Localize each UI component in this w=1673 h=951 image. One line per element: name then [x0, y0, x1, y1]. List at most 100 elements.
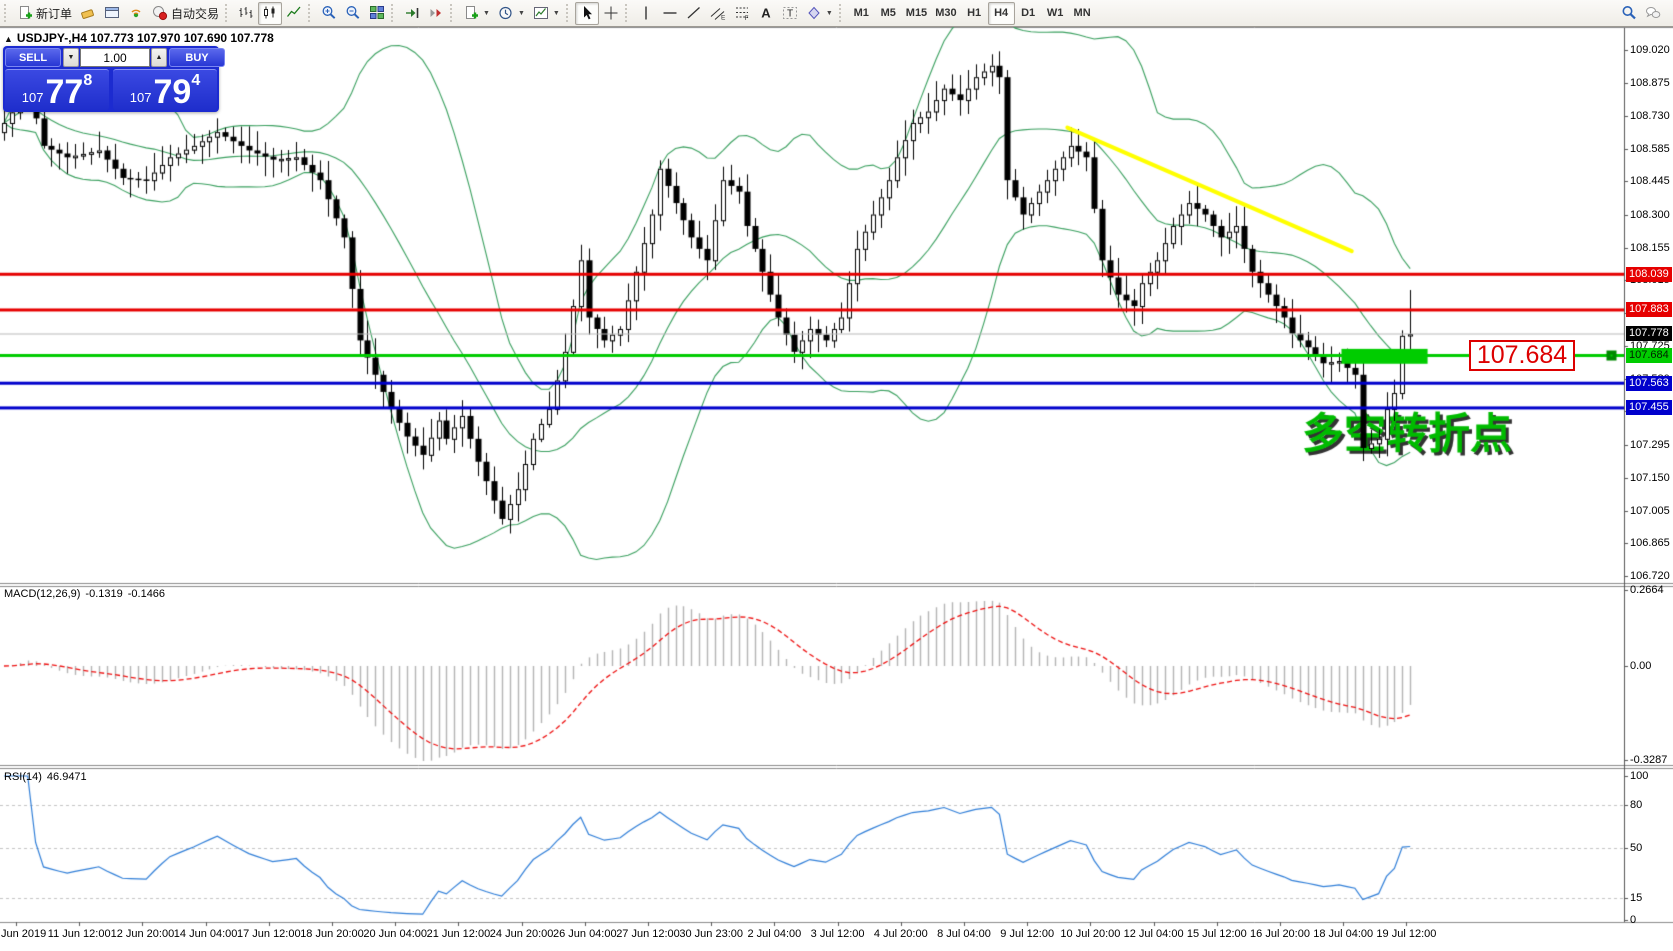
- new-order-button-label: 新订单: [36, 5, 72, 22]
- line-chart-button[interactable]: [282, 2, 306, 25]
- macd-signal-value: -0.1466: [128, 588, 165, 600]
- toolbar-right-icons: [1617, 2, 1665, 25]
- price-tag-label[interactable]: 107.684: [1469, 340, 1575, 371]
- time-axis-label: 24 Jun 20:00: [490, 928, 554, 940]
- search-button[interactable]: [1617, 2, 1641, 25]
- timeframe-w1-button[interactable]: W1: [1042, 2, 1069, 25]
- styler-button[interactable]: [76, 2, 100, 25]
- cursor-icon: [579, 5, 595, 21]
- new-chart-window-button[interactable]: [100, 2, 124, 25]
- rsi-name: RSI(14): [4, 771, 42, 783]
- autotrade-button[interactable]: 自动交易: [148, 2, 223, 25]
- label-t-icon: T: [782, 5, 798, 21]
- signal-icon: [128, 5, 144, 21]
- chat-button[interactable]: [1641, 2, 1665, 25]
- candles-icon: [262, 5, 278, 21]
- time-axis-label: 20 Jun 04:00: [363, 928, 427, 940]
- signals-button[interactable]: [124, 2, 148, 25]
- zoom-in-button[interactable]: [317, 2, 341, 25]
- autotrade-button-label: 自动交易: [171, 5, 219, 22]
- buy-price-pip: 4: [191, 74, 200, 88]
- timeframe-mn-button[interactable]: MN: [1069, 2, 1096, 25]
- timeframe-m30-button[interactable]: M30: [931, 2, 960, 25]
- templates-button[interactable]: ▼: [529, 2, 564, 25]
- candlestick-chart-button[interactable]: [258, 2, 282, 25]
- fibo-icon: F: [734, 5, 750, 21]
- crosshair-icon: [603, 5, 619, 21]
- time-axis-label: 30 Jun 23:00: [679, 928, 743, 940]
- svg-text:T: T: [787, 9, 793, 20]
- sell-price-main: 77: [45, 77, 83, 107]
- toolbar-grip: [4, 4, 9, 22]
- volume-increase-button[interactable]: ▲: [151, 48, 167, 67]
- horizontal-line-button[interactable]: [658, 2, 682, 25]
- tile-windows-button[interactable]: [365, 2, 389, 25]
- buy-button[interactable]: BUY: [169, 48, 225, 67]
- timeframe-m15-button[interactable]: M15: [902, 2, 931, 25]
- svg-text:A: A: [761, 6, 771, 21]
- shift-end-icon: [404, 5, 420, 21]
- toolbar-grip: [839, 4, 844, 22]
- time-axis-label: 10 Jun 2019: [0, 928, 46, 940]
- volume-decrease-button[interactable]: ▼: [63, 48, 79, 67]
- timeframe-m5-button[interactable]: M5: [875, 2, 902, 25]
- crosshair-button[interactable]: [599, 2, 623, 25]
- periods-button[interactable]: ▼: [494, 2, 529, 25]
- price-axis-tick: 107.295: [1630, 439, 1670, 451]
- rsi-axis-tick: 50: [1630, 842, 1642, 854]
- sell-button[interactable]: SELL: [5, 48, 61, 67]
- mt4-terminal-window: 新订单自动交易▼▼▼EFAT▼M1M5M15M30H1H4D1W1MN ▲USD…: [0, 0, 1673, 951]
- svg-text:E: E: [721, 15, 726, 22]
- shapes-button[interactable]: ▼: [802, 2, 837, 25]
- price-marker-107.684: 107.684: [1626, 348, 1672, 363]
- toolbar-grip: [308, 4, 313, 22]
- buy-price[interactable]: 107794: [113, 69, 217, 110]
- zoom-out-button[interactable]: [341, 2, 365, 25]
- zoom-in-icon: [321, 5, 337, 21]
- svg-text:F: F: [744, 15, 748, 21]
- timeframe-h4-button[interactable]: H4: [988, 2, 1015, 25]
- price-axis-tick: 107.005: [1630, 505, 1670, 517]
- chart-shift-button[interactable]: [400, 2, 424, 25]
- trendline-button[interactable]: [682, 2, 706, 25]
- sell-price[interactable]: 107778: [5, 69, 109, 110]
- chart-canvas[interactable]: [0, 27, 1673, 951]
- macd-name: MACD(12,26,9): [4, 588, 80, 600]
- new-order-button[interactable]: 新订单: [13, 2, 76, 25]
- price-marker-107.778: 107.778: [1626, 326, 1672, 341]
- chart-title: ▲USDJPY-,H4 107.773 107.970 107.690 107.…: [4, 31, 274, 45]
- time-axis-label: 10 Jul 20:00: [1060, 928, 1120, 940]
- indicators-button[interactable]: ▼: [459, 2, 494, 25]
- timeframe-m1-button[interactable]: M1: [848, 2, 875, 25]
- sell-price-handle: 107: [22, 88, 44, 107]
- macd-indicator-label: MACD(12,26,9)-0.1319-0.1466: [4, 588, 170, 600]
- down-arrow-icon: ▼: [68, 54, 75, 61]
- linechart-icon: [286, 5, 302, 21]
- bar-chart-button[interactable]: [234, 2, 258, 25]
- rsi-axis-tick: 15: [1630, 892, 1642, 904]
- collapse-arrow-icon[interactable]: ▲: [4, 34, 13, 44]
- text-a-icon: A: [758, 5, 774, 21]
- text-button[interactable]: A: [754, 2, 778, 25]
- fibonacci-button[interactable]: F: [730, 2, 754, 25]
- price-axis-tick: 108.875: [1630, 77, 1670, 89]
- time-axis-label: 14 Jun 04:00: [174, 928, 238, 940]
- volume-input[interactable]: [80, 48, 150, 67]
- label-button[interactable]: T: [778, 2, 802, 25]
- dropdown-arrow-icon: ▼: [553, 10, 560, 17]
- time-axis-label: 12 Jun 20:00: [111, 928, 175, 940]
- price-axis-tick: 109.020: [1630, 44, 1670, 56]
- chat-icon: [1645, 5, 1661, 21]
- timeframe-d1-button[interactable]: D1: [1015, 2, 1042, 25]
- cursor-button[interactable]: [575, 2, 599, 25]
- time-axis-label: 4 Jul 20:00: [874, 928, 928, 940]
- vertical-line-button[interactable]: [634, 2, 658, 25]
- equidistant-channel-button[interactable]: E: [706, 2, 730, 25]
- rsi-indicator-label: RSI(14)46.9471: [4, 771, 92, 783]
- toolbar-grip: [450, 4, 455, 22]
- rsi-axis-tick: 80: [1630, 799, 1642, 811]
- shapes-icon: [806, 5, 822, 21]
- auto-scroll-button[interactable]: [424, 2, 448, 25]
- indicator-plus-icon: [463, 5, 479, 21]
- timeframe-h1-button[interactable]: H1: [961, 2, 988, 25]
